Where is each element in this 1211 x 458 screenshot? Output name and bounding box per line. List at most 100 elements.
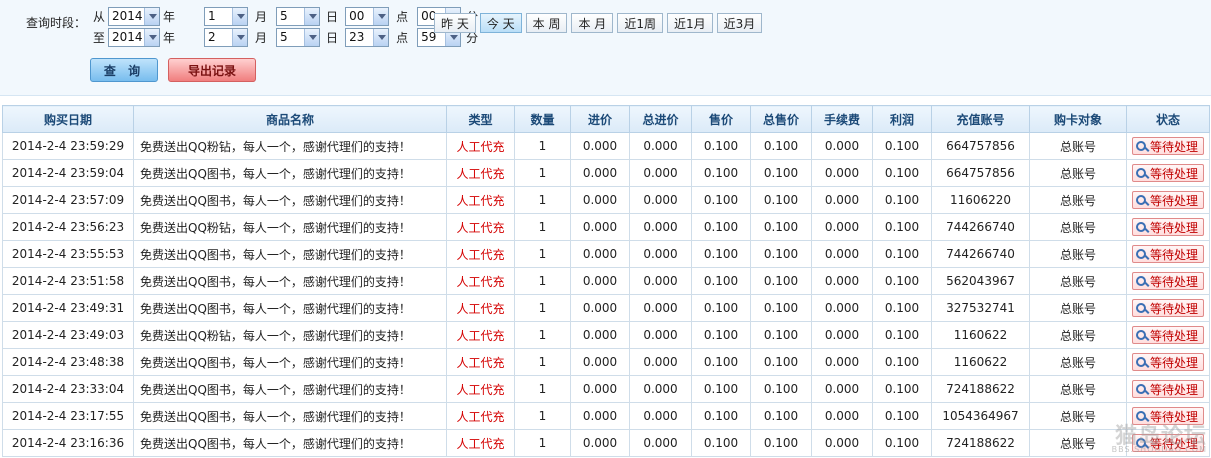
status-button[interactable]: 等待处理 — [1131, 164, 1204, 182]
quick-range-button[interactable]: 近3月 — [716, 13, 763, 33]
table-cell: 0.000 — [811, 321, 873, 349]
table-cell: 免费送出QQ图书，每人一个，感谢代理们的支持！ — [133, 294, 447, 322]
purchase-records-table: 购买日期 商品名称 类型 数量 进价 总进价 售价 总售价 手续费 利润 充值账号 购卡对象 状态 20… — [2, 105, 1210, 457]
status-button[interactable]: 等待处理 — [1131, 137, 1204, 155]
table-cell: 0.100 — [691, 402, 751, 430]
to-year-select[interactable]: 2014 — [108, 27, 161, 47]
table-cell: 0.100 — [872, 240, 932, 268]
to-month-select[interactable]: 2 — [204, 27, 249, 47]
table-row: 2014-2-4 23:33:04 免费送出QQ图书，每人一个，感谢代理们的支持！… — [2, 375, 1210, 403]
status-button[interactable]: 等待处理 — [1131, 299, 1204, 317]
quick-range-buttons: 昨 天今 天本 周本 月近1周 近1月 近3月 — [434, 13, 763, 33]
table-cell: 0.000 — [629, 213, 692, 241]
column-header: 总进价 — [629, 105, 692, 133]
column-header: 手续费 — [811, 105, 873, 133]
table-cell: 0.100 — [750, 402, 812, 430]
table-cell: 总账号 — [1029, 213, 1127, 241]
table-cell: 2014-2-4 23:48:38 — [2, 348, 134, 376]
table-row: 2014-2-4 23:16:36 免费送出QQ图书，每人一个，感谢代理们的支持！… — [2, 429, 1210, 457]
quick-range-button[interactable]: 近1周 — [617, 13, 663, 33]
status-button[interactable]: 等待处理 — [1131, 353, 1204, 371]
table-cell: 总账号 — [1029, 132, 1127, 160]
table-cell: 人工代充 — [446, 267, 515, 295]
table-cell: 总账号 — [1029, 375, 1127, 403]
status-button[interactable]: 等待处理 — [1131, 191, 1204, 209]
quick-range-button[interactable]: 近1月 — [666, 13, 713, 33]
status-label: 等待处理 — [1149, 355, 1198, 370]
status-button[interactable]: 等待处理 — [1131, 245, 1204, 263]
from-hour-select[interactable]: 00 — [345, 6, 390, 26]
table-cell: 0.100 — [872, 429, 932, 457]
quick-range-button[interactable]: 本 月 — [571, 13, 614, 33]
table-cell: 0.100 — [872, 132, 932, 160]
table-cell: 2014-2-4 23:56:23 — [2, 213, 134, 241]
table-cell: 0.000 — [570, 213, 630, 241]
table-cell: 0.100 — [750, 294, 812, 322]
status-cell: 等待处理 — [1126, 186, 1210, 214]
table-cell: 免费送出QQ图书，每人一个，感谢代理们的支持！ — [133, 375, 447, 403]
status-cell: 等待处理 — [1126, 159, 1210, 187]
status-cell: 等待处理 — [1126, 240, 1210, 268]
table-cell: 0.100 — [691, 348, 751, 376]
table-cell: 1 — [514, 186, 571, 214]
table-cell: 1 — [514, 294, 571, 322]
quick-range-button[interactable]: 本 周 — [525, 13, 568, 33]
table-cell: 1160622 — [931, 321, 1030, 349]
table-cell: 0.000 — [570, 240, 630, 268]
table-cell: 免费送出QQ图书，每人一个，感谢代理们的支持！ — [133, 267, 447, 295]
status-label: 等待处理 — [1149, 328, 1198, 343]
table-cell: 0.100 — [872, 402, 932, 430]
table-cell: 0.100 — [872, 186, 932, 214]
table-cell: 0.100 — [750, 132, 812, 160]
table-cell: 0.000 — [811, 159, 873, 187]
from-month-select[interactable]: 1 — [204, 6, 249, 26]
status-label: 等待处理 — [1149, 382, 1198, 397]
status-cell: 等待处理 — [1126, 132, 1210, 160]
quick-range-button[interactable]: 昨 天 — [434, 13, 476, 33]
table-cell: 2014-2-4 23:16:36 — [2, 429, 134, 457]
table-cell: 0.000 — [811, 348, 873, 376]
magnifier-icon — [1135, 384, 1146, 394]
table-row: 2014-2-4 23:55:53 免费送出QQ图书，每人一个，感谢代理们的支持！… — [2, 240, 1210, 268]
magnifier-icon — [1135, 195, 1146, 205]
table-cell: 0.100 — [691, 186, 751, 214]
table-cell: 2014-2-4 23:51:58 — [2, 267, 134, 295]
export-records-button[interactable]: 导出记录 — [168, 58, 256, 82]
status-button[interactable]: 等待处理 — [1131, 218, 1204, 236]
from-row: 从 2014 年 1 月 5 日 00 点 00 分 — [90, 5, 481, 27]
quick-range-button[interactable]: 今 天 — [479, 13, 522, 33]
query-button[interactable]: 查 询 — [90, 58, 158, 82]
table-cell: 免费送出QQ图书，每人一个，感谢代理们的支持！ — [133, 159, 447, 187]
table-cell: 0.100 — [750, 267, 812, 295]
status-label: 等待处理 — [1149, 220, 1198, 235]
column-header: 状态 — [1126, 105, 1210, 133]
table-cell: 人工代充 — [446, 186, 515, 214]
table-cell: 0.100 — [872, 375, 932, 403]
chevron-down-icon — [304, 7, 320, 25]
from-day-select[interactable]: 5 — [276, 6, 321, 26]
chevron-down-icon — [373, 28, 389, 46]
table-cell: 1 — [514, 240, 571, 268]
table-cell: 0.100 — [691, 294, 751, 322]
from-year-select[interactable]: 2014 — [108, 6, 161, 26]
status-button[interactable]: 等待处理 — [1131, 380, 1204, 398]
status-button[interactable]: 等待处理 — [1131, 272, 1204, 290]
to-day-select[interactable]: 5 — [276, 27, 321, 47]
table-cell: 0.100 — [691, 321, 751, 349]
table-cell: 总账号 — [1029, 240, 1127, 268]
table-cell: 总账号 — [1029, 321, 1127, 349]
table-cell: 2014-2-4 23:17:55 — [2, 402, 134, 430]
table-cell: 人工代充 — [446, 321, 515, 349]
table-cell: 0.100 — [750, 213, 812, 241]
table-cell: 1 — [514, 213, 571, 241]
to-hour-select[interactable]: 23 — [345, 27, 390, 47]
table-cell: 2014-2-4 23:59:29 — [2, 132, 134, 160]
table-cell: 0.100 — [872, 267, 932, 295]
table-cell: 0.000 — [629, 429, 692, 457]
table-cell: 总账号 — [1029, 294, 1127, 322]
table-cell: 1160622 — [931, 348, 1030, 376]
status-button[interactable]: 等待处理 — [1131, 326, 1204, 344]
table-cell: 1 — [514, 321, 571, 349]
table-cell: 744266740 — [931, 213, 1030, 241]
table-cell: 2014-2-4 23:59:04 — [2, 159, 134, 187]
